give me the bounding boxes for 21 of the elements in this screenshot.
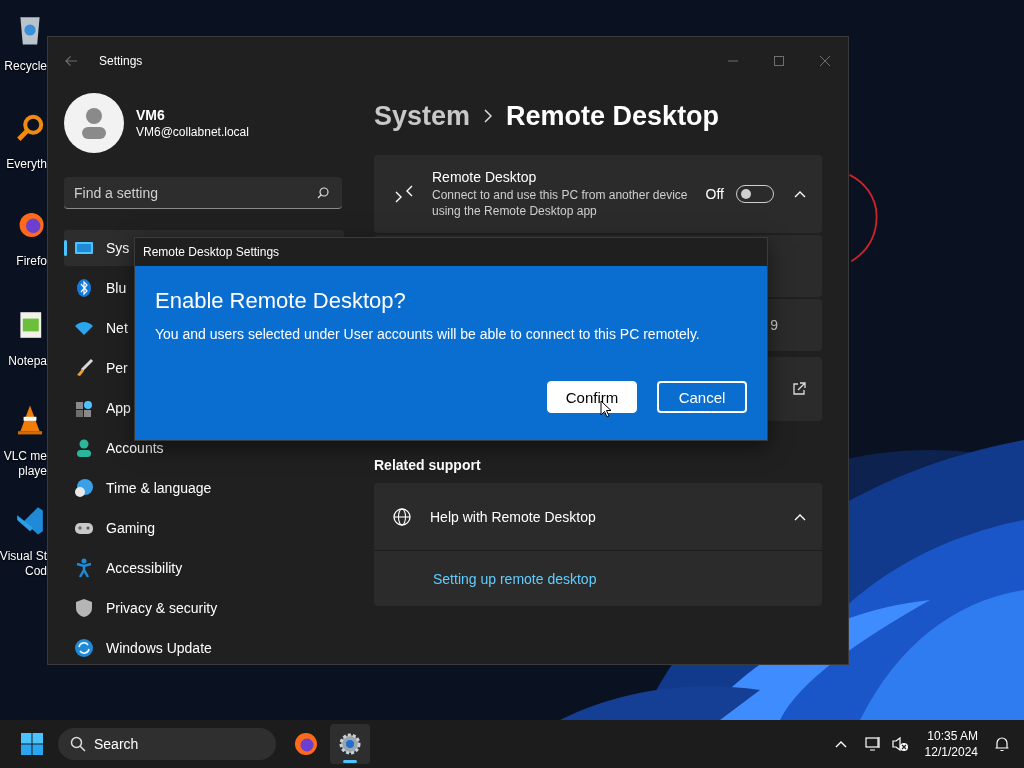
dialog-title: Remote Desktop Settings bbox=[143, 245, 280, 259]
user-email: VM6@collabnet.local bbox=[136, 125, 249, 139]
help-title: Help with Remote Desktop bbox=[430, 508, 597, 525]
desktop-icon-label: Cod bbox=[25, 564, 47, 579]
section-heading: Related support bbox=[374, 457, 482, 473]
desktop-icon-label: VLC me bbox=[3, 449, 47, 464]
setting-description: Connect to and use this PC from another device using the Remote Desktop app bbox=[432, 187, 689, 219]
dialog-message: You and users selected under User accounts will be able to connect to this PC remotely. bbox=[155, 326, 701, 342]
desktop-icon-label: playe bbox=[18, 464, 47, 479]
setting-title: Remote Desktop bbox=[432, 169, 538, 185]
desktop-icon-label: Everyth bbox=[6, 157, 47, 172]
desktop-icon-label: Notepa bbox=[8, 354, 47, 369]
page-title: Remote Desktop bbox=[506, 100, 720, 132]
window-title: Settings bbox=[99, 54, 143, 68]
user-name: VM6 bbox=[136, 107, 166, 123]
dialog-heading: Enable Remote Desktop? bbox=[155, 288, 407, 314]
desktop-icon-label: Recycle bbox=[4, 59, 47, 74]
setting-value: 9 bbox=[770, 317, 778, 333]
desktop-icon-label: Visual St bbox=[0, 549, 47, 564]
desktop-icon-label: Firefo bbox=[16, 254, 47, 269]
toggle-state-label: Off bbox=[705, 186, 724, 202]
